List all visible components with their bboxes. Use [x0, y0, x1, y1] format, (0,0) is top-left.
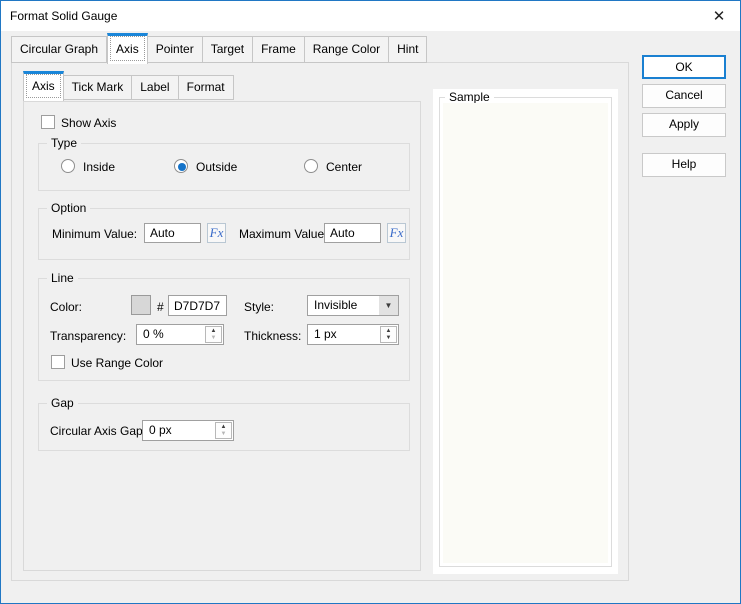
line-group-legend: Line — [47, 271, 78, 285]
gap-group-legend: Gap — [47, 396, 78, 410]
tab-content-box: Axis Tick Mark Label Format Show Axis Ty… — [11, 62, 629, 581]
dialog-title: Format Solid Gauge — [10, 9, 118, 23]
minimum-fx-button[interactable]: Fx — [207, 223, 226, 243]
tab-circular-graph[interactable]: Circular Graph — [11, 36, 108, 63]
use-range-color-checkbox[interactable] — [51, 355, 65, 369]
line-group: Line Color: # Style: Invisible ▼ Transpa… — [38, 271, 410, 381]
gap-group: Gap Circular Axis Gap: 0 px ▲ ▼ — [38, 396, 410, 451]
type-group-legend: Type — [47, 136, 82, 150]
radio-outside-label: Outside — [196, 160, 238, 174]
ok-button[interactable]: OK — [642, 55, 726, 79]
cancel-button[interactable]: Cancel — [642, 84, 726, 108]
radio-inside-label: Inside — [83, 160, 116, 174]
show-axis-checkbox[interactable] — [41, 115, 55, 129]
sample-group: Sample — [439, 90, 612, 567]
type-group: Type Inside Outside Center — [38, 136, 410, 191]
circular-axis-gap-value: 0 px — [149, 423, 172, 437]
apply-button[interactable]: Apply — [642, 113, 726, 137]
transparency-label: Transparency: — [50, 329, 127, 343]
spinner-up-icon[interactable]: ▲ — [216, 423, 231, 431]
radio-center-label: Center — [326, 160, 363, 174]
thickness-spinner[interactable]: 1 px ▲ ▼ — [307, 324, 399, 345]
tab-target[interactable]: Target — [202, 36, 254, 63]
thickness-label: Thickness: — [244, 329, 302, 343]
circular-axis-gap-spinner[interactable]: 0 px ▲ ▼ — [142, 420, 234, 441]
spinner-down-icon[interactable]: ▼ — [381, 335, 396, 343]
minimum-value-label: Minimum Value: — [52, 227, 138, 241]
color-label: Color: — [50, 300, 83, 314]
chevron-down-icon[interactable]: ▼ — [379, 296, 398, 315]
sample-group-legend: Sample — [445, 90, 494, 104]
option-group-legend: Option — [47, 201, 91, 215]
radio-outside[interactable] — [174, 159, 188, 173]
transparency-spinner[interactable]: 0 % ▲ ▼ — [136, 324, 224, 345]
spinner-up-icon[interactable]: ▲ — [206, 327, 221, 335]
style-dropdown[interactable]: Invisible ▼ — [307, 295, 399, 316]
minimum-value-input[interactable] — [144, 223, 201, 243]
tab-pointer[interactable]: Pointer — [147, 36, 203, 63]
close-icon[interactable]: ✕ — [704, 3, 734, 28]
spinner-down-icon[interactable]: ▼ — [206, 335, 221, 343]
spinner-up-icon[interactable]: ▲ — [381, 327, 396, 335]
format-solid-gauge-dialog: Format Solid Gauge ✕ Circular Graph Axis… — [0, 0, 741, 604]
tab-frame[interactable]: Frame — [253, 36, 305, 63]
help-button[interactable]: Help — [642, 153, 726, 177]
radio-center[interactable] — [304, 159, 318, 173]
color-hex-input[interactable] — [168, 295, 227, 316]
tab-range-color[interactable]: Range Color — [304, 36, 390, 63]
axis-settings-panel: Show Axis Type Inside Outside Center Opt… — [23, 101, 421, 571]
inner-tab-strip: Axis Tick Mark Label Format — [23, 71, 234, 101]
title-bar: Format Solid Gauge ✕ — [1, 1, 740, 31]
subtab-format[interactable]: Format — [178, 75, 234, 100]
style-label: Style: — [244, 300, 275, 314]
tab-axis[interactable]: Axis — [107, 33, 148, 64]
subtab-axis[interactable]: Axis — [23, 71, 64, 101]
transparency-value: 0 % — [143, 327, 164, 341]
style-dropdown-value: Invisible — [314, 298, 358, 312]
color-swatch[interactable] — [131, 295, 151, 315]
maximum-value-label: Maximum Value: — [239, 227, 328, 241]
subtab-label[interactable]: Label — [132, 75, 179, 100]
option-group: Option Minimum Value: Fx Maximum Value: … — [38, 201, 410, 260]
tab-hint[interactable]: Hint — [389, 36, 428, 63]
maximum-value-input[interactable] — [324, 223, 381, 243]
subtab-tick-mark[interactable]: Tick Mark — [63, 75, 133, 100]
sample-container: Sample — [433, 89, 618, 574]
radio-inside[interactable] — [61, 159, 75, 173]
show-axis-label: Show Axis — [61, 116, 117, 130]
outer-tab-strip: Circular Graph Axis Pointer Target Frame… — [11, 33, 428, 64]
hash-symbol: # — [157, 300, 164, 314]
use-range-color-label: Use Range Color — [71, 356, 164, 370]
sample-preview — [443, 103, 608, 563]
thickness-value: 1 px — [314, 327, 337, 341]
maximum-fx-button[interactable]: Fx — [387, 223, 406, 243]
circular-axis-gap-label: Circular Axis Gap: — [50, 424, 147, 438]
spinner-down-icon[interactable]: ▼ — [216, 431, 231, 439]
